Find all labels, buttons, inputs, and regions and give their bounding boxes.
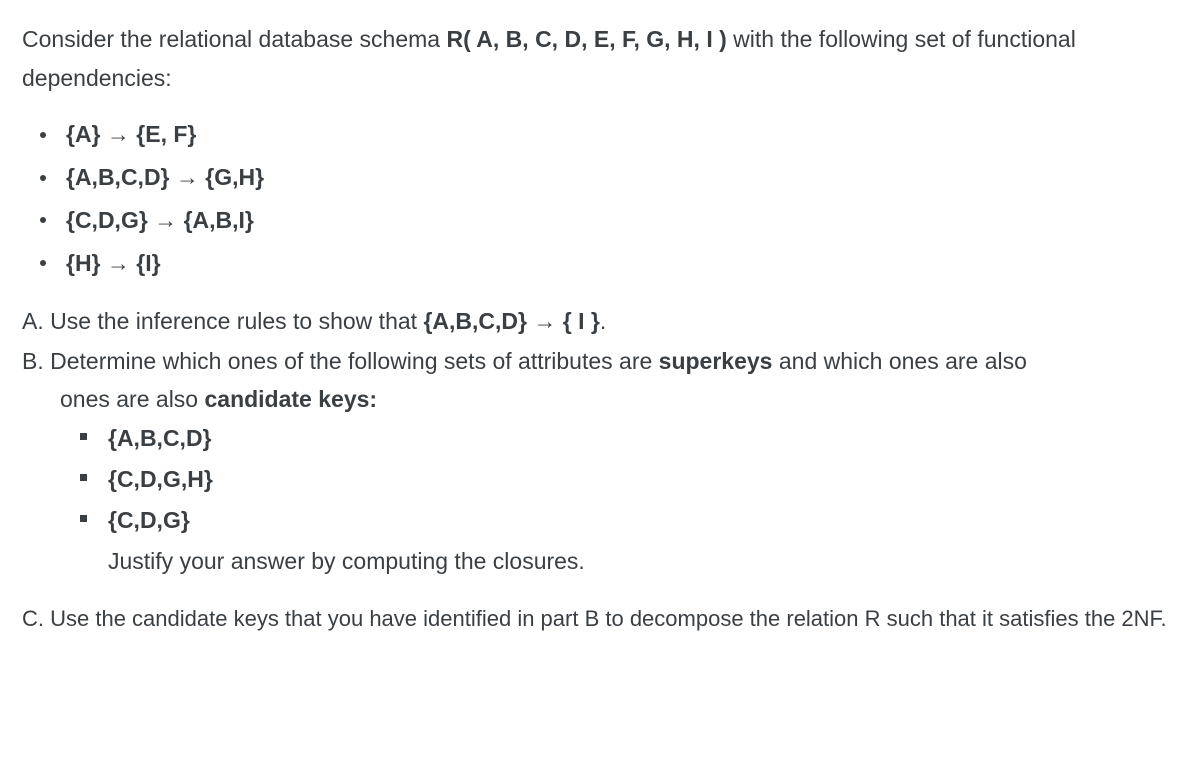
fd-item-2: {A,B,C,D} → {G,H} (34, 159, 1178, 196)
part-b-mid: and which ones are also (772, 348, 1026, 374)
part-a-fd-lhs: {A,B,C,D} (423, 308, 527, 334)
part-a: A. Use the inference rules to show that … (22, 303, 1178, 341)
fd-item-4: {H} → {I} (34, 245, 1178, 282)
attr-set-2: {C,D,G,H} (78, 461, 1178, 498)
part-c-text: Use the candidate keys that you have ide… (50, 606, 1167, 631)
arrow-icon: → (148, 207, 184, 233)
justify-instruction: Justify your answer by computing the clo… (22, 542, 1178, 581)
fd-item-3: {C,D,G} → {A,B,I} (34, 202, 1178, 239)
attribute-sets-list: {A,B,C,D} {C,D,G,H} {C,D,G} (22, 420, 1178, 538)
arrow-icon: → (170, 164, 206, 190)
part-b-line2: ones are also candidate keys: (22, 381, 1178, 418)
schema-definition: R( A, B, C, D, E, F, G, H, I ) (446, 26, 726, 52)
fd-rhs: {I} (136, 250, 160, 276)
keyword-superkeys: superkeys (659, 348, 773, 374)
arrow-icon: → (101, 250, 137, 276)
part-b-label: B. (22, 348, 50, 374)
fd-lhs: {H} (66, 250, 101, 276)
part-a-label: A. (22, 308, 50, 334)
part-a-text: Use the inference rules to show that (50, 308, 423, 334)
attr-set-3: {C,D,G} (78, 502, 1178, 539)
question-parts: A. Use the inference rules to show that … (22, 303, 1178, 637)
attr-set-1: {A,B,C,D} (78, 420, 1178, 457)
fd-item-1: {A} → {E, F} (34, 116, 1178, 153)
fd-lhs: {A} (66, 121, 101, 147)
part-a-period: . (600, 308, 606, 334)
part-c: C. Use the candidate keys that you have … (22, 600, 1178, 637)
intro-pre: Consider the relational database schema (22, 26, 446, 52)
fd-rhs: {E, F} (136, 121, 196, 147)
arrow-icon: → (101, 121, 137, 147)
part-b-line2-pre: ones are also (60, 386, 204, 412)
fd-lhs: {C,D,G} (66, 207, 148, 233)
part-b-pre: Determine which ones of the following se… (50, 348, 659, 374)
part-b: B. Determine which ones of the following… (22, 343, 1178, 418)
fd-lhs: {A,B,C,D} (66, 164, 170, 190)
arrow-icon: → (527, 308, 563, 334)
part-a-fd-rhs: { I } (563, 308, 600, 334)
part-c-label: C. (22, 606, 50, 631)
functional-dependencies-list: {A} → {E, F} {A,B,C,D} → {G,H} {C,D,G} →… (22, 116, 1178, 281)
keyword-candidate-keys: candidate keys: (204, 386, 377, 412)
fd-rhs: {A,B,I} (184, 207, 254, 233)
intro-paragraph: Consider the relational database schema … (22, 20, 1178, 98)
fd-rhs: {G,H} (205, 164, 264, 190)
